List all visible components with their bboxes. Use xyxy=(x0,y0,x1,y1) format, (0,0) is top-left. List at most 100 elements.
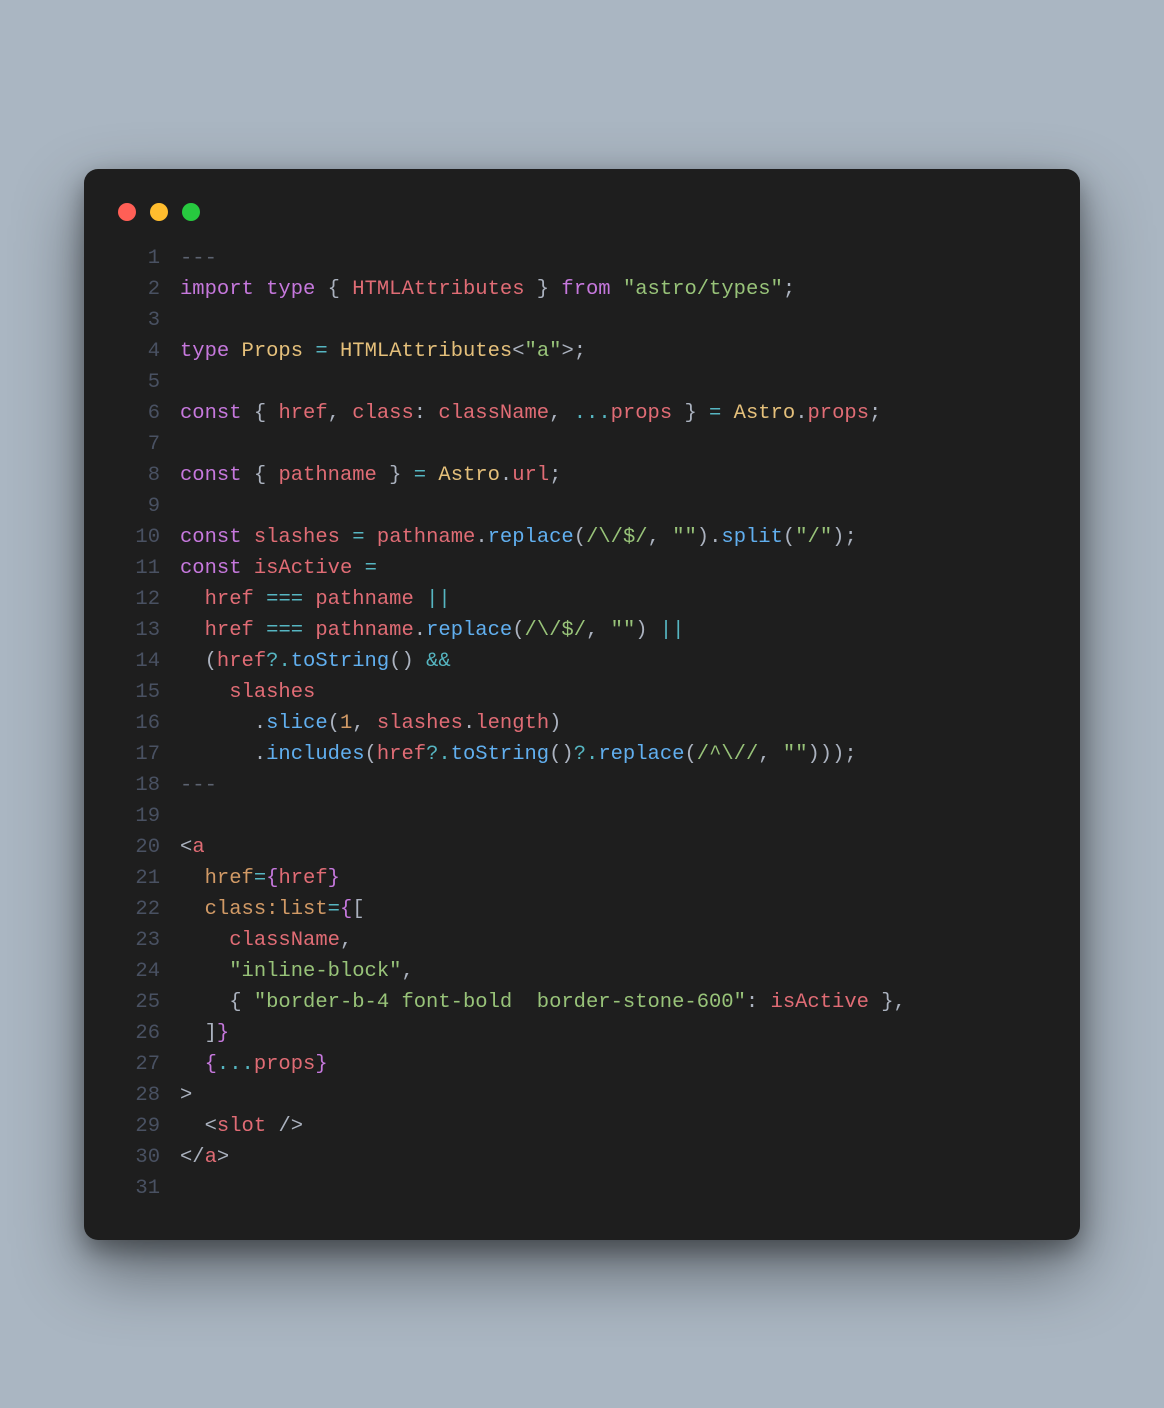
token-id: isActive xyxy=(254,557,352,580)
token-op: = xyxy=(709,402,721,425)
token-punc: , xyxy=(328,402,353,425)
line-content: { "border-b-4 font-bold border-stone-600… xyxy=(180,987,1050,1018)
token-ws xyxy=(303,588,315,611)
token-punc: . xyxy=(254,712,266,735)
token-str: "" xyxy=(783,743,808,766)
token-fn: includes xyxy=(266,743,364,766)
token-punc: : xyxy=(414,402,439,425)
token-fn: replace xyxy=(598,743,684,766)
token-punc: } xyxy=(672,402,709,425)
token-ws xyxy=(180,898,205,921)
token-punc: } xyxy=(525,278,562,301)
token-fn: slice xyxy=(266,712,328,735)
token-comment: --- xyxy=(180,774,217,797)
token-ws xyxy=(180,650,205,673)
token-num: 1 xyxy=(340,712,352,735)
line-content: --- xyxy=(180,243,1050,274)
token-op: ... xyxy=(574,402,611,425)
token-op: = xyxy=(315,340,327,363)
line-number: 10 xyxy=(114,522,180,553)
code-line: 22 class:list={[ xyxy=(114,894,1050,925)
code-line: 8const { pathname } = Astro.url; xyxy=(114,460,1050,491)
token-attr: class:list xyxy=(205,898,328,921)
token-punc: ))); xyxy=(808,743,857,766)
zoom-icon[interactable] xyxy=(182,203,200,221)
line-number: 9 xyxy=(114,491,180,522)
token-str: "inline-block" xyxy=(229,960,401,983)
code-line: 18--- xyxy=(114,770,1050,801)
token-punc: > xyxy=(217,1146,229,1169)
token-punc: { xyxy=(254,402,279,425)
close-icon[interactable] xyxy=(118,203,136,221)
token-punc: < xyxy=(205,1115,217,1138)
line-number: 7 xyxy=(114,429,180,460)
token-id: href xyxy=(205,619,254,642)
line-content xyxy=(180,367,1050,398)
line-number: 24 xyxy=(114,956,180,987)
token-brace: { xyxy=(340,898,352,921)
token-kw: const xyxy=(180,464,242,487)
line-content: class:list={[ xyxy=(180,894,1050,925)
token-op: = xyxy=(352,526,364,549)
token-ws xyxy=(180,960,229,983)
minimize-icon[interactable] xyxy=(150,203,168,221)
code-line: 15 slashes xyxy=(114,677,1050,708)
line-number: 25 xyxy=(114,987,180,1018)
line-content: --- xyxy=(180,770,1050,801)
token-id: pathname xyxy=(377,526,475,549)
token-ws xyxy=(229,340,241,363)
line-content: ]} xyxy=(180,1018,1050,1049)
line-number: 18 xyxy=(114,770,180,801)
token-op: || xyxy=(426,588,451,611)
token-ws xyxy=(180,712,254,735)
line-content: type Props = HTMLAttributes<"a">; xyxy=(180,336,1050,367)
token-op: || xyxy=(660,619,685,642)
line-content: <slot /> xyxy=(180,1111,1050,1142)
token-regex: /^\// xyxy=(697,743,759,766)
token-ws xyxy=(180,929,229,952)
token-fn: split xyxy=(721,526,783,549)
token-regex: /\/$/ xyxy=(525,619,587,642)
code-line: 9 xyxy=(114,491,1050,522)
line-content xyxy=(180,305,1050,336)
token-op: && xyxy=(426,650,451,673)
code-line: 3 xyxy=(114,305,1050,336)
line-content: (href?.toString() && xyxy=(180,646,1050,677)
token-punc: ] xyxy=(205,1022,217,1045)
token-id: props xyxy=(808,402,870,425)
code-line: 19 xyxy=(114,801,1050,832)
token-id: props xyxy=(254,1053,316,1076)
token-op: = xyxy=(328,898,340,921)
token-brace: } xyxy=(217,1022,229,1045)
token-kw: const xyxy=(180,557,242,580)
code-line: 23 className, xyxy=(114,925,1050,956)
window-titlebar xyxy=(114,197,1050,243)
token-punc: [ xyxy=(352,898,364,921)
line-content xyxy=(180,1173,1050,1204)
token-ws xyxy=(254,588,266,611)
token-punc: ( xyxy=(574,526,586,549)
token-ws xyxy=(611,278,623,301)
token-ws xyxy=(303,340,315,363)
token-punc: ); xyxy=(832,526,857,549)
token-ws xyxy=(254,278,266,301)
line-number: 31 xyxy=(114,1173,180,1204)
token-punc: ) xyxy=(635,619,660,642)
token-punc: </ xyxy=(180,1146,205,1169)
code-line: 27 {...props} xyxy=(114,1049,1050,1080)
token-punc: . xyxy=(254,743,266,766)
token-tag: a xyxy=(192,836,204,859)
token-id: pathname xyxy=(315,619,413,642)
code-line: 11const isActive = xyxy=(114,553,1050,584)
line-content: const { pathname } = Astro.url; xyxy=(180,460,1050,491)
token-str: "border-b-4 font-bold border-stone-600" xyxy=(254,991,746,1014)
token-op: = xyxy=(254,867,266,890)
token-ws xyxy=(315,278,327,301)
token-fn: toString xyxy=(451,743,549,766)
line-number: 5 xyxy=(114,367,180,398)
line-content: href === pathname.replace(/\/$/, "") || xyxy=(180,615,1050,646)
line-number: 3 xyxy=(114,305,180,336)
token-punc: . xyxy=(500,464,512,487)
token-name: Props xyxy=(242,340,304,363)
token-kw: const xyxy=(180,526,242,549)
